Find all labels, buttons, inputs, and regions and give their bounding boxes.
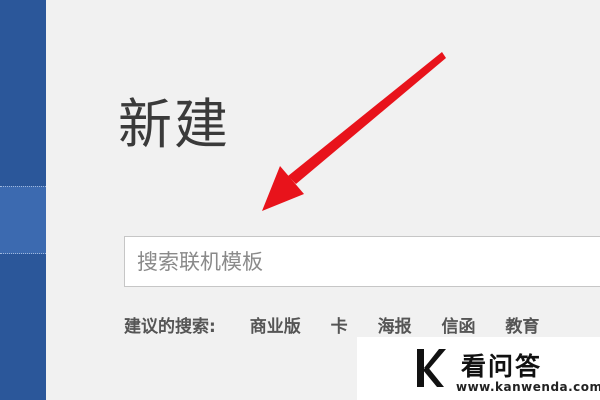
suggested-search-letter[interactable]: 信函 [442, 317, 476, 337]
arrow-shaft [288, 52, 446, 184]
backstage-sidebar [0, 0, 46, 400]
watermark: 看问答 www.kanwenda.com [357, 337, 600, 400]
suggested-searches: 建议的搜索: 商业版 卡 海报 信函 教育 [124, 312, 563, 337]
suggested-search-business[interactable]: 商业版 [250, 317, 301, 337]
watermark-name: 看问答 [461, 352, 543, 381]
suggested-search-education[interactable]: 教育 [505, 317, 539, 337]
watermark-logo-icon [417, 349, 446, 387]
page-title: 新建 [118, 93, 230, 156]
watermark-url: www.kanwenda.com [456, 380, 600, 394]
suggested-search-card[interactable]: 卡 [331, 317, 348, 337]
search-input[interactable] [125, 237, 600, 286]
suggested-searches-label: 建议的搜索: [124, 317, 216, 337]
sidebar-item-new[interactable] [0, 186, 46, 254]
arrow-head [262, 166, 304, 211]
search-box[interactable] [124, 236, 600, 287]
suggested-search-poster[interactable]: 海报 [378, 317, 412, 337]
